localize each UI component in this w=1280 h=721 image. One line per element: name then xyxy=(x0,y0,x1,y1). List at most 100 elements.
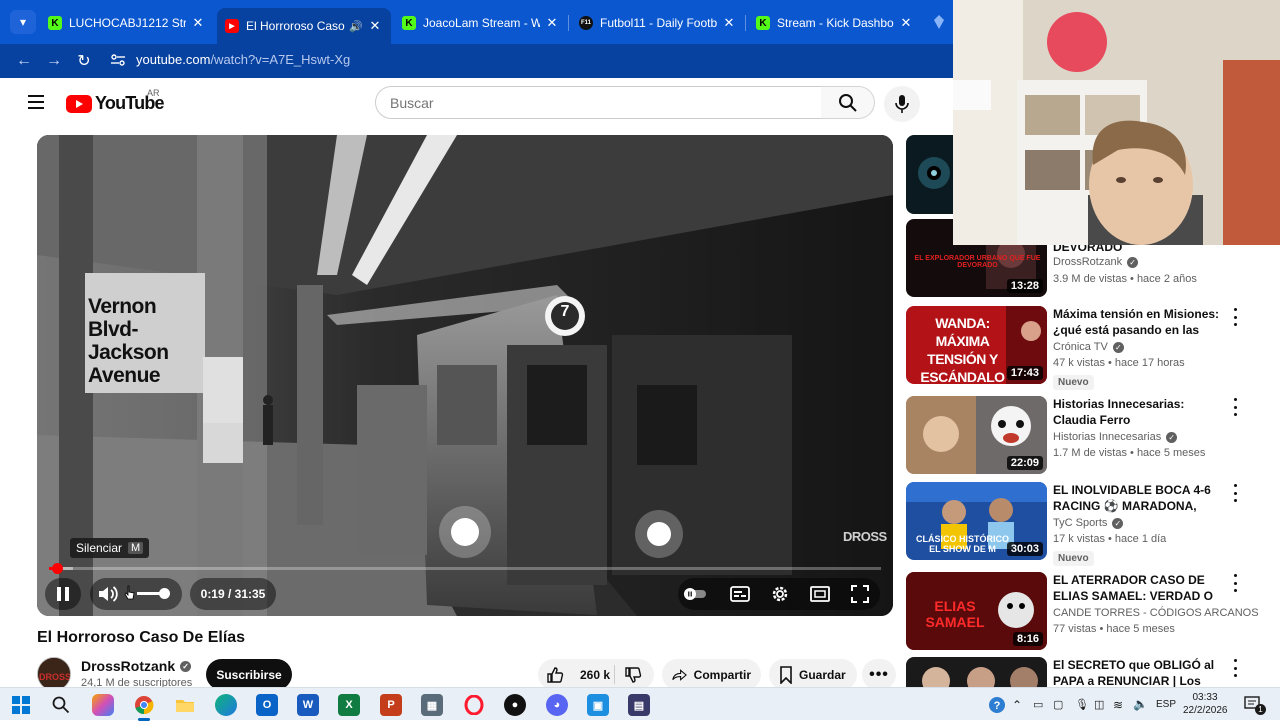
progress-bar[interactable] xyxy=(49,563,881,574)
obs-icon[interactable]: ● xyxy=(504,694,526,716)
language-indicator[interactable]: ESP xyxy=(1156,699,1176,710)
video-thumbnail[interactable]: WANDA: MÁXIMA TENSIÓN Y ESCÁNDALO 17:43 xyxy=(906,306,1047,384)
video-title[interactable]: Máxima tensión en Misiones: ¿qué está pa… xyxy=(1053,306,1225,338)
tab-search-dropdown-icon[interactable]: ▾ xyxy=(10,10,36,34)
video-title[interactable]: EL ATERRADOR CASO DE ELIAS SAMAEL: VERDA… xyxy=(1053,572,1225,604)
more-options-icon[interactable] xyxy=(1232,398,1238,416)
url-field[interactable]: youtube.com/watch?v=A7E_Hswt-Xg xyxy=(136,52,350,67)
channel-name[interactable]: CANDE TORRES - CÓDIGOS ARCANOS xyxy=(1053,607,1259,619)
subtitles-button[interactable] xyxy=(728,582,752,606)
edge-icon[interactable] xyxy=(215,694,237,716)
more-options-icon[interactable] xyxy=(1232,484,1238,502)
close-tab-icon[interactable]: ✕ xyxy=(898,15,914,31)
autoplay-toggle[interactable] xyxy=(683,582,707,606)
word-icon[interactable]: W xyxy=(297,694,319,716)
excel-icon[interactable]: X xyxy=(338,694,360,716)
youtube-logo[interactable]: YouTube AR xyxy=(66,88,165,114)
meet-now-icon[interactable]: ◫ xyxy=(1094,698,1104,711)
video-title[interactable]: EL INOLVIDABLE BOCA 4-6 RACING ⚽ MARADON… xyxy=(1053,482,1225,514)
country-code: AR xyxy=(147,88,160,98)
subtitles-icon xyxy=(730,586,750,602)
windows-start-icon[interactable] xyxy=(10,694,32,716)
video-thumbnail[interactable] xyxy=(906,657,1047,687)
discord-icon[interactable]: ◕ xyxy=(546,694,568,716)
display-tray-icon[interactable]: ▢ xyxy=(1053,698,1063,711)
browser-tab[interactable]: K JoacoLam Stream - Watch ✕ xyxy=(394,8,568,38)
subscribe-button[interactable]: Suscribirse xyxy=(206,659,292,690)
video-duration: 8:16 xyxy=(1012,632,1043,646)
extension-icon[interactable] xyxy=(932,14,946,30)
search-button[interactable] xyxy=(821,86,875,119)
more-options-icon[interactable] xyxy=(1232,659,1238,677)
new-badge: Nuevo xyxy=(1053,551,1094,566)
browser-tab[interactable]: K Stream - Kick Dashboard ✕ xyxy=(748,8,922,38)
list-item[interactable]: 22:09 Historias Innecesarias: Claudia Fe… xyxy=(906,396,1246,476)
wifi-icon[interactable]: ≋ xyxy=(1113,698,1123,712)
channel-name[interactable]: Historias Innecesarias ✓ xyxy=(1053,431,1178,443)
help-icon[interactable]: ? xyxy=(987,694,1007,716)
list-item[interactable]: CLÁSICO HISTÓRICO EL SHOW DE M 30:03 EL … xyxy=(906,482,1246,566)
play-pause-button[interactable] xyxy=(45,578,81,610)
progress-scrubber[interactable] xyxy=(52,563,63,574)
powerpoint-icon[interactable]: P xyxy=(380,694,402,716)
channel-name[interactable]: Crónica TV ✓ xyxy=(1053,341,1124,353)
save-button[interactable]: Guardar xyxy=(769,659,857,690)
copilot-icon[interactable] xyxy=(92,694,114,716)
channel-name[interactable]: TyC Sports ✓ xyxy=(1053,517,1124,529)
video-thumbnail[interactable]: ELIAS SAMAEL 8:16 xyxy=(906,572,1047,650)
share-button[interactable]: Compartir xyxy=(662,659,761,690)
more-options-icon[interactable] xyxy=(1232,574,1238,592)
more-horizontal-icon: ••• xyxy=(869,665,889,683)
reload-icon[interactable]: ↻ xyxy=(72,50,96,72)
taskbar-search-icon[interactable] xyxy=(50,694,72,716)
battery-tray-icon[interactable]: ▭ xyxy=(1033,698,1043,711)
mic-tray-icon[interactable]: 🎙 xyxy=(1075,698,1089,711)
file-explorer-icon[interactable] xyxy=(174,694,196,716)
time-text: 0:19 / 31:35 xyxy=(200,587,266,601)
outlook-icon[interactable]: O xyxy=(256,694,278,716)
browser-tab[interactable]: F11 Futbol11 - Daily Football G ✕ xyxy=(571,8,745,38)
list-item[interactable]: WANDA: MÁXIMA TENSIÓN Y ESCÁNDALO 17:43 … xyxy=(906,306,1246,390)
search-input[interactable]: Buscar xyxy=(375,86,822,119)
video-thumbnail[interactable]: CLÁSICO HISTÓRICO EL SHOW DE M 30:03 xyxy=(906,482,1047,560)
tray-overflow-icon[interactable]: ⌃ xyxy=(1012,698,1022,712)
fullscreen-button[interactable] xyxy=(848,582,872,606)
volume-icon[interactable] xyxy=(97,584,119,604)
video-player[interactable]: Vernon Blvd- Jackson Avenue 7 DROSS xyxy=(37,135,893,616)
back-arrow-icon[interactable]: ← xyxy=(12,50,36,72)
app-icon[interactable]: ▣ xyxy=(587,694,609,716)
chrome-icon[interactable] xyxy=(133,694,155,716)
terminal-app-icon[interactable]: ▤ xyxy=(628,694,650,716)
tab-audio-icon[interactable]: 🔊 xyxy=(349,20,363,33)
more-options-icon[interactable] xyxy=(1232,308,1238,326)
list-item[interactable]: ELIAS SAMAEL 8:16 EL ATERRADOR CASO DE E… xyxy=(906,572,1259,652)
recommendation-thumbnail-partial[interactable] xyxy=(906,135,953,214)
close-tab-icon[interactable]: ✕ xyxy=(190,15,206,31)
taskbar-clock[interactable]: 03:33 22/2/2026 xyxy=(1183,691,1228,717)
volume-slider-knob[interactable] xyxy=(159,588,170,599)
forward-arrow-icon[interactable]: → xyxy=(42,50,66,72)
theater-mode-button[interactable] xyxy=(808,582,832,606)
browser-tab-active[interactable]: ▶ El Horroroso Caso De E 🔊 ✕ xyxy=(217,8,391,44)
close-tab-icon[interactable]: ✕ xyxy=(544,15,560,31)
speaker-tray-icon[interactable]: 🔈 xyxy=(1133,697,1148,711)
opera-icon[interactable] xyxy=(463,694,485,716)
calculator-icon[interactable]: ▦ xyxy=(421,694,443,716)
channel-name[interactable]: DrossRotzank ✓ xyxy=(1053,256,1139,268)
like-button[interactable]: 260 k xyxy=(538,659,614,690)
video-title[interactable]: El SECRETO que OBLIGÓ al PAPA a RENUNCIA… xyxy=(1053,657,1225,687)
browser-tab[interactable]: K LUCHOCABJ1212 Stream - ✕ xyxy=(40,8,214,38)
list-item[interactable]: El SECRETO que OBLIGÓ al PAPA a RENUNCIA… xyxy=(906,657,1246,687)
menu-icon[interactable] xyxy=(28,95,44,109)
close-tab-icon[interactable]: ✕ xyxy=(721,15,737,31)
channel-name[interactable]: DrossRotzank ✓ xyxy=(81,658,192,674)
settings-button[interactable] xyxy=(768,582,792,606)
more-actions-button[interactable]: ••• xyxy=(862,659,896,690)
video-title[interactable]: Historias Innecesarias: Claudia Ferro xyxy=(1053,396,1225,428)
site-info-icon[interactable] xyxy=(110,53,128,69)
voice-search-button[interactable] xyxy=(884,86,920,122)
video-thumbnail[interactable]: 22:09 xyxy=(906,396,1047,474)
close-tab-icon[interactable]: ✕ xyxy=(367,18,383,34)
avatar[interactable]: DROSS xyxy=(37,657,71,691)
dislike-button[interactable] xyxy=(618,659,654,690)
